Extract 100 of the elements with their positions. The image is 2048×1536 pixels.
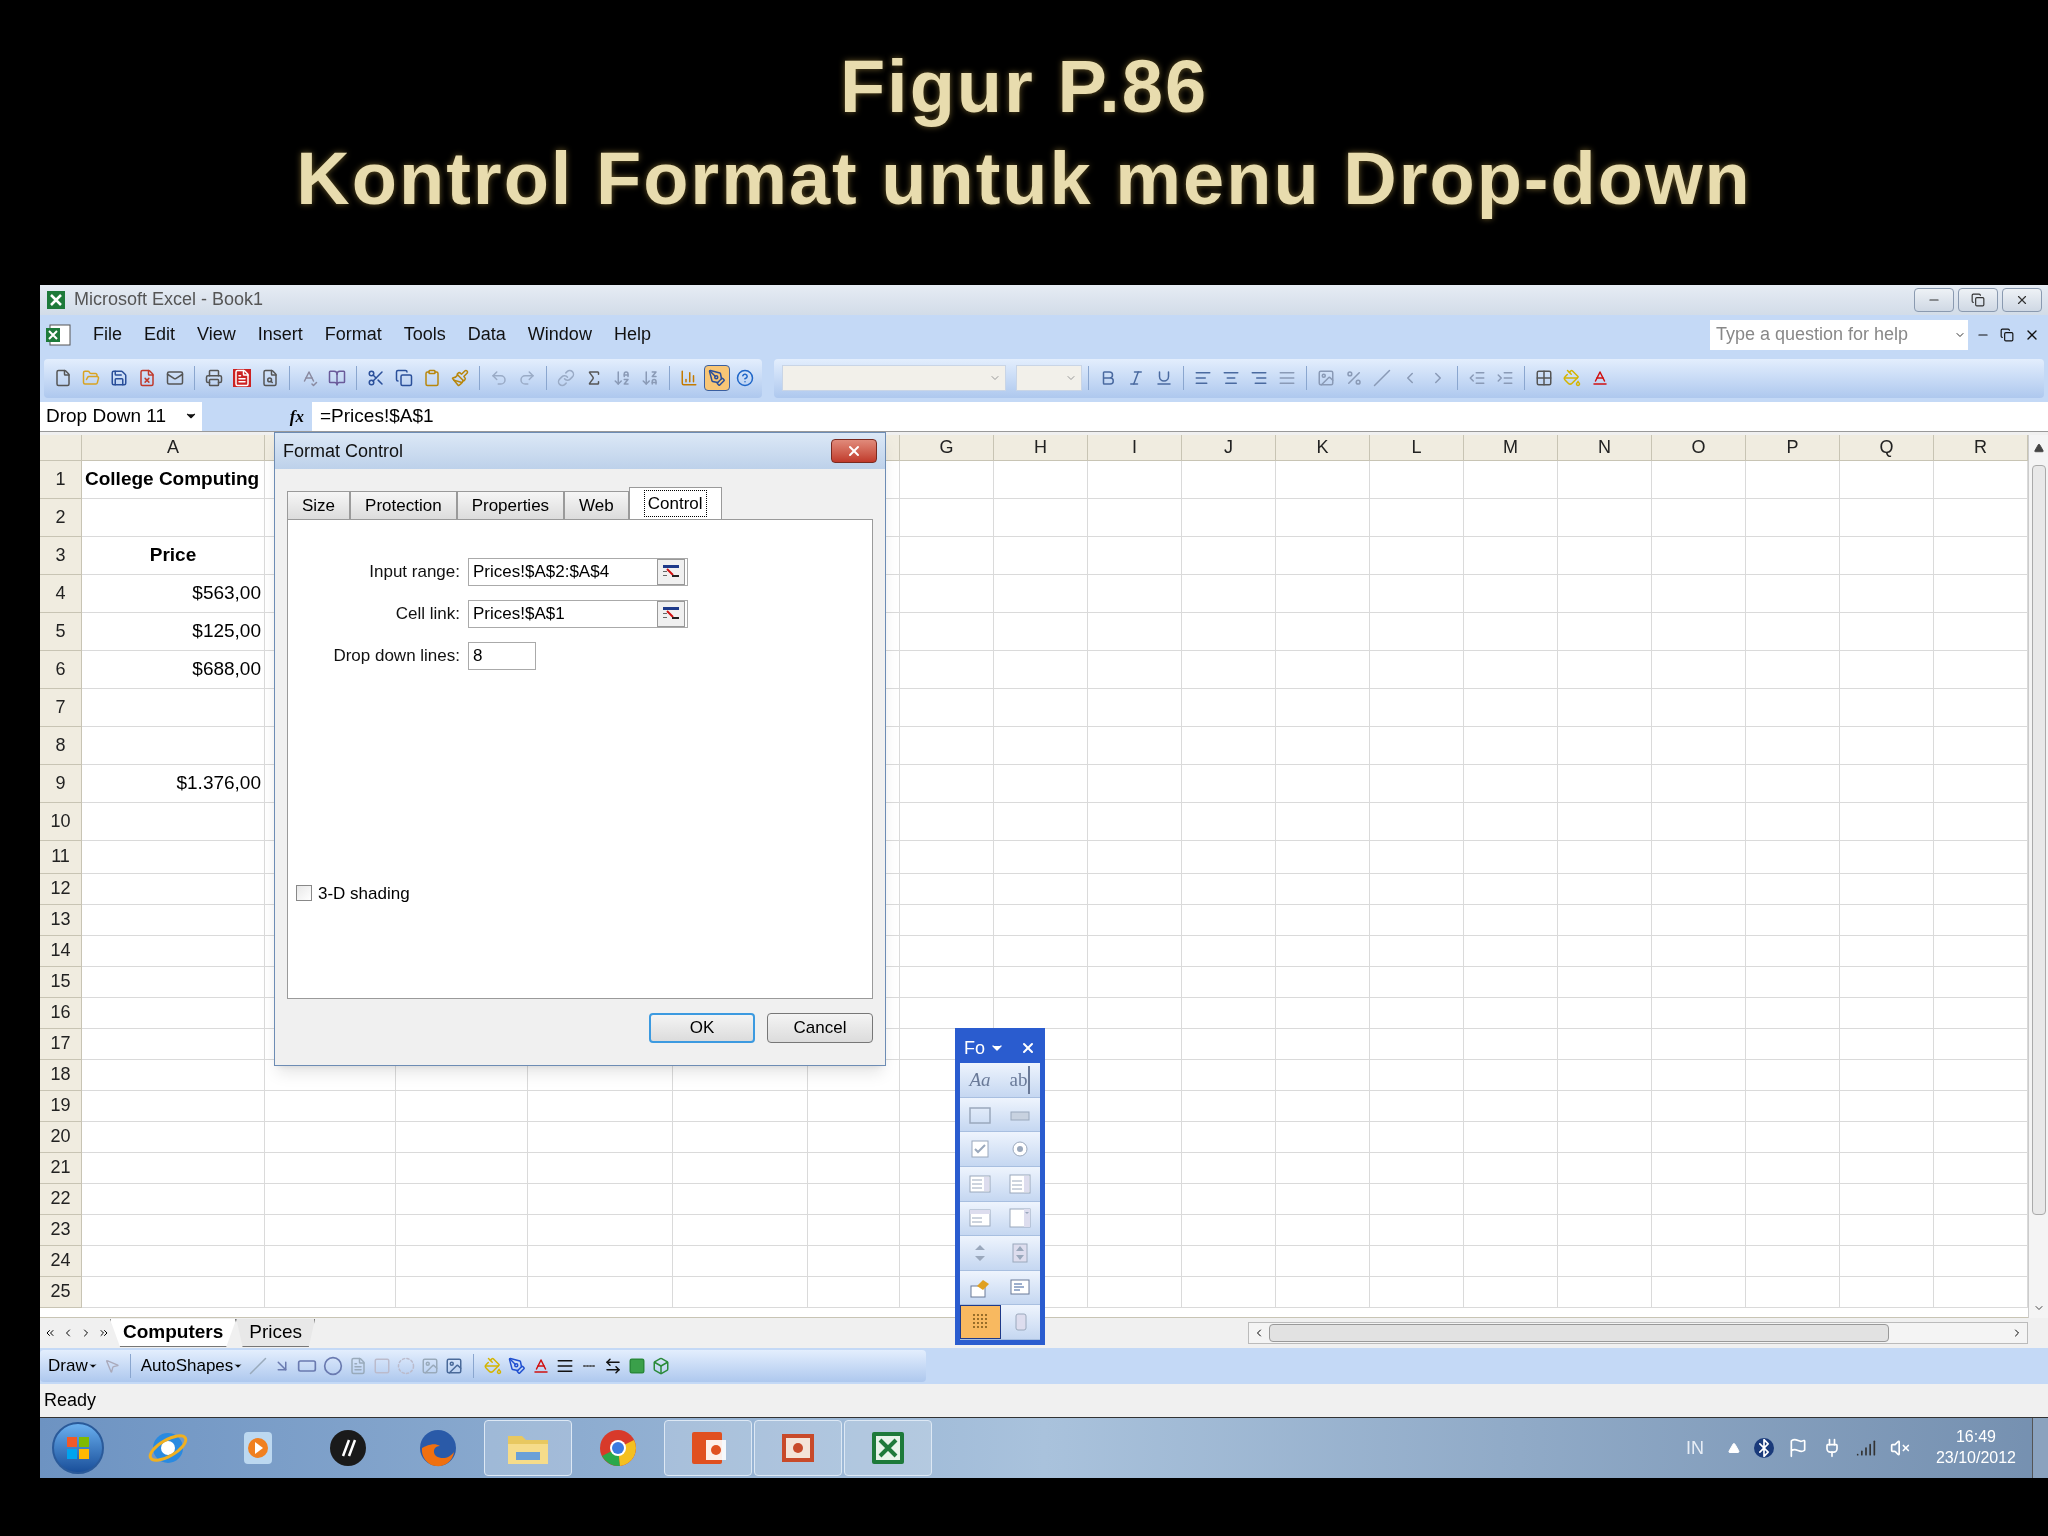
dialog-tab[interactable]: Size bbox=[287, 491, 351, 519]
row-header[interactable]: 1 bbox=[40, 460, 82, 499]
column-header[interactable]: O bbox=[1652, 434, 1746, 461]
font-color-icon[interactable] bbox=[532, 1357, 551, 1376]
select-all-corner[interactable] bbox=[40, 434, 82, 461]
column-header[interactable]: N bbox=[1558, 434, 1652, 461]
row-header[interactable]: 15 bbox=[40, 966, 82, 998]
function-label[interactable]: fx bbox=[289, 403, 304, 430]
column-header[interactable]: J bbox=[1182, 434, 1276, 461]
horizontal-scrollbar[interactable] bbox=[1248, 1322, 2028, 1345]
volume-muted-icon[interactable] bbox=[1889, 1438, 1910, 1458]
collapse-dialog-icon[interactable] bbox=[657, 559, 685, 585]
row-header[interactable]: 14 bbox=[40, 935, 82, 967]
input-field[interactable]: 8 bbox=[468, 642, 536, 670]
row-header[interactable]: 20 bbox=[40, 1121, 82, 1153]
row-header[interactable]: 18 bbox=[40, 1059, 82, 1091]
row-header[interactable]: 12 bbox=[40, 873, 82, 905]
column-header[interactable]: I bbox=[1088, 434, 1182, 461]
restore-button[interactable] bbox=[1958, 288, 1998, 312]
row-header[interactable]: 13 bbox=[40, 904, 82, 936]
menu-item[interactable]: Tools bbox=[392, 321, 457, 349]
sheet-app-icon[interactable] bbox=[844, 1420, 932, 1476]
row-header[interactable]: 22 bbox=[40, 1183, 82, 1215]
row-header[interactable]: 6 bbox=[40, 650, 82, 689]
collapse-dialog-icon[interactable] bbox=[657, 601, 685, 627]
shadow-icon[interactable] bbox=[628, 1357, 647, 1376]
row-header[interactable]: 24 bbox=[40, 1245, 82, 1277]
workbook-icon[interactable] bbox=[44, 321, 74, 348]
scroll-up-icon[interactable] bbox=[2033, 442, 2044, 453]
dialog-tab[interactable]: Web bbox=[564, 491, 629, 519]
input-field[interactable]: Prices!$A$1 bbox=[468, 600, 688, 628]
edit-box-tool[interactable]: ab bbox=[1000, 1063, 1040, 1097]
row-header[interactable]: 25 bbox=[40, 1276, 82, 1308]
line-icon[interactable] bbox=[249, 1357, 268, 1376]
menu-item[interactable]: Window bbox=[516, 321, 603, 349]
bluetooth-icon[interactable] bbox=[1753, 1438, 1774, 1458]
row-header[interactable]: 19 bbox=[40, 1090, 82, 1122]
drawing-icon[interactable] bbox=[704, 365, 730, 392]
font-size-field[interactable] bbox=[1016, 365, 1082, 392]
menu-item[interactable]: Insert bbox=[246, 321, 314, 349]
arrow-style-icon[interactable] bbox=[604, 1357, 623, 1376]
vertical-scrollbar[interactable] bbox=[2028, 434, 2048, 1319]
row-header[interactable]: 23 bbox=[40, 1214, 82, 1246]
checkbox[interactable] bbox=[296, 885, 312, 902]
sheet-tab[interactable]: Computers bbox=[110, 1319, 237, 1348]
menu-item[interactable]: View bbox=[186, 321, 247, 349]
slideshow-app-icon[interactable] bbox=[754, 1420, 842, 1476]
column-header[interactable]: K bbox=[1276, 434, 1370, 461]
row-header[interactable]: 5 bbox=[40, 612, 82, 651]
clip-art-icon[interactable] bbox=[421, 1357, 440, 1376]
column-header[interactable]: H bbox=[994, 434, 1088, 461]
row-header[interactable]: 2 bbox=[40, 498, 82, 537]
formula-field[interactable]: =Prices!$A$1 bbox=[320, 402, 434, 431]
row-header[interactable]: 8 bbox=[40, 726, 82, 765]
grid-tool[interactable] bbox=[960, 1305, 1001, 1339]
sheet-tab[interactable]: Prices bbox=[236, 1319, 316, 1348]
dialog-button[interactable]: OK bbox=[649, 1013, 755, 1043]
picture-icon[interactable] bbox=[445, 1357, 464, 1376]
scrollbar-thumb[interactable] bbox=[2031, 464, 2046, 1215]
start-button[interactable] bbox=[52, 1422, 104, 1474]
line-color-icon[interactable] bbox=[508, 1357, 527, 1376]
font-field[interactable] bbox=[782, 365, 1006, 392]
column-header[interactable]: L bbox=[1370, 434, 1464, 461]
column-header[interactable]: P bbox=[1746, 434, 1840, 461]
column-header[interactable]: Q bbox=[1840, 434, 1934, 461]
menu-item[interactable]: Format bbox=[313, 321, 393, 349]
show-hidden-icons[interactable] bbox=[1727, 1442, 1740, 1454]
autoshapes-menu[interactable]: AutoShapes bbox=[140, 1353, 244, 1379]
dialog-tab[interactable]: Properties bbox=[456, 491, 565, 519]
menu-item[interactable]: File bbox=[82, 321, 133, 349]
menu-item[interactable]: Data bbox=[456, 321, 517, 349]
dialog-tab[interactable]: Protection bbox=[350, 491, 457, 519]
fill-color-icon[interactable] bbox=[484, 1357, 503, 1376]
row-header[interactable]: 10 bbox=[40, 802, 82, 841]
input-field[interactable]: Prices!$A$2:$A$4 bbox=[468, 558, 688, 586]
row-header[interactable]: 17 bbox=[40, 1028, 82, 1060]
slides-app-icon[interactable] bbox=[664, 1420, 752, 1476]
scrollbar-thumb[interactable] bbox=[1269, 1324, 1889, 1343]
row-header[interactable]: 16 bbox=[40, 997, 82, 1029]
column-header[interactable]: G bbox=[900, 434, 994, 461]
restore-icon[interactable] bbox=[2000, 327, 2014, 342]
row-header[interactable]: 11 bbox=[40, 840, 82, 874]
row-header[interactable]: 4 bbox=[40, 574, 82, 613]
close-button[interactable] bbox=[831, 439, 877, 463]
network-icon[interactable] bbox=[1855, 1438, 1876, 1458]
folder-app-icon[interactable] bbox=[484, 1420, 572, 1476]
menu-item[interactable]: Edit bbox=[133, 321, 187, 349]
draw-menu[interactable]: Draw bbox=[48, 1353, 98, 1379]
three-d-icon[interactable] bbox=[652, 1357, 671, 1376]
column-header[interactable]: A bbox=[82, 434, 265, 461]
select-objects-icon[interactable] bbox=[103, 1358, 120, 1375]
text-box-icon[interactable] bbox=[349, 1357, 368, 1376]
help-search-field[interactable]: Type a question for help bbox=[1710, 319, 1968, 350]
column-header[interactable]: M bbox=[1464, 434, 1558, 461]
close-icon[interactable] bbox=[1020, 1040, 1036, 1056]
oval-icon[interactable] bbox=[323, 1356, 344, 1377]
row-header[interactable]: 21 bbox=[40, 1152, 82, 1184]
menu-item[interactable]: Help bbox=[602, 321, 662, 349]
row-header[interactable]: 9 bbox=[40, 764, 82, 803]
dialog-tab[interactable]: Control bbox=[628, 487, 722, 519]
